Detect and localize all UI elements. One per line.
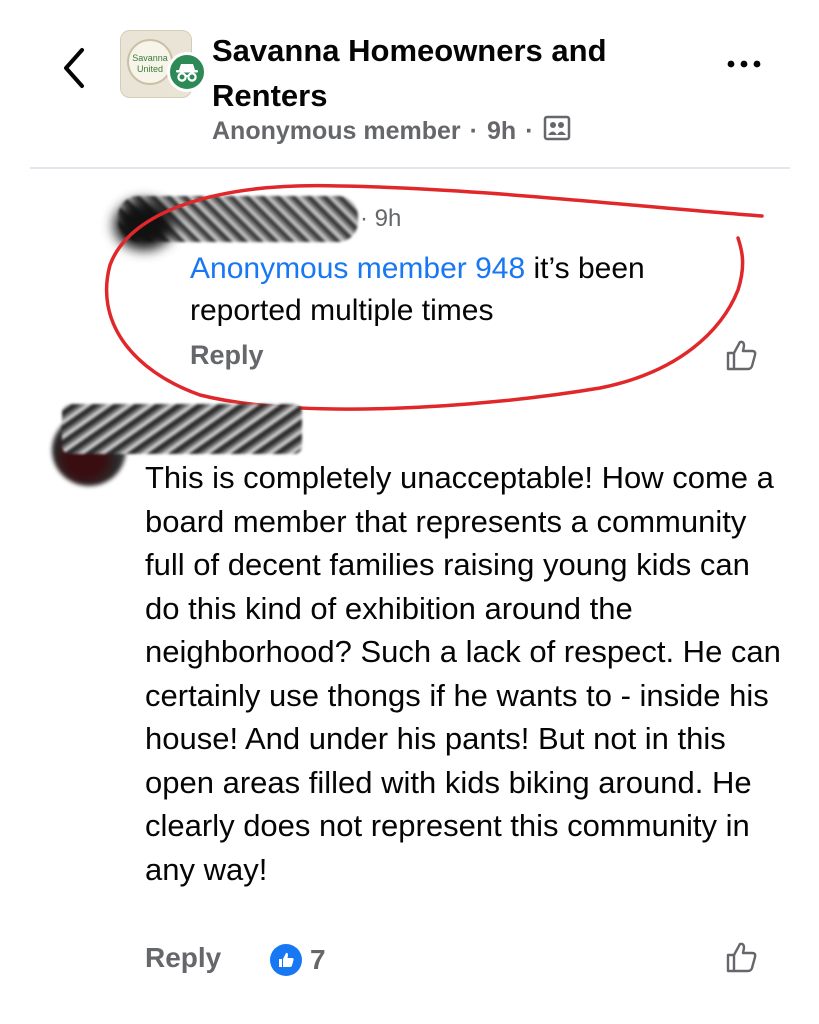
blurred-commenter-name (62, 404, 302, 454)
post-time: 9h (487, 117, 517, 145)
group-avatar-logo: Savanna United (127, 39, 173, 85)
post-meta: Anonymous member · 9h · (212, 114, 571, 149)
thumbs-up-icon[interactable] (722, 336, 760, 374)
like-reaction-icon (270, 944, 302, 976)
reply-button[interactable]: Reply (145, 942, 221, 974)
divider (30, 167, 790, 169)
reaction-summary[interactable]: 7 (270, 944, 326, 976)
comment-text: Anonymous member 948 it’s been reported … (190, 248, 750, 332)
members-icon (543, 114, 571, 149)
back-icon[interactable] (54, 40, 94, 96)
separator-dot: · (525, 117, 534, 145)
comment-time: · 9h (360, 205, 402, 232)
group-name[interactable]: Savanna Homeowners and Renters (212, 28, 692, 118)
separator-dot: · (469, 117, 478, 145)
post-author: Anonymous member (212, 117, 461, 145)
blurred-commenter-name (118, 196, 358, 242)
incognito-icon (167, 52, 207, 92)
reply-button[interactable]: Reply (190, 340, 264, 371)
reaction-count: 7 (310, 944, 326, 975)
comment-text: This is completely unacceptable! How com… (145, 460, 781, 887)
mention-link[interactable]: Anonymous member 948 (190, 252, 525, 285)
more-options-icon[interactable] (722, 54, 766, 74)
thumbs-up-icon[interactable] (722, 938, 760, 976)
